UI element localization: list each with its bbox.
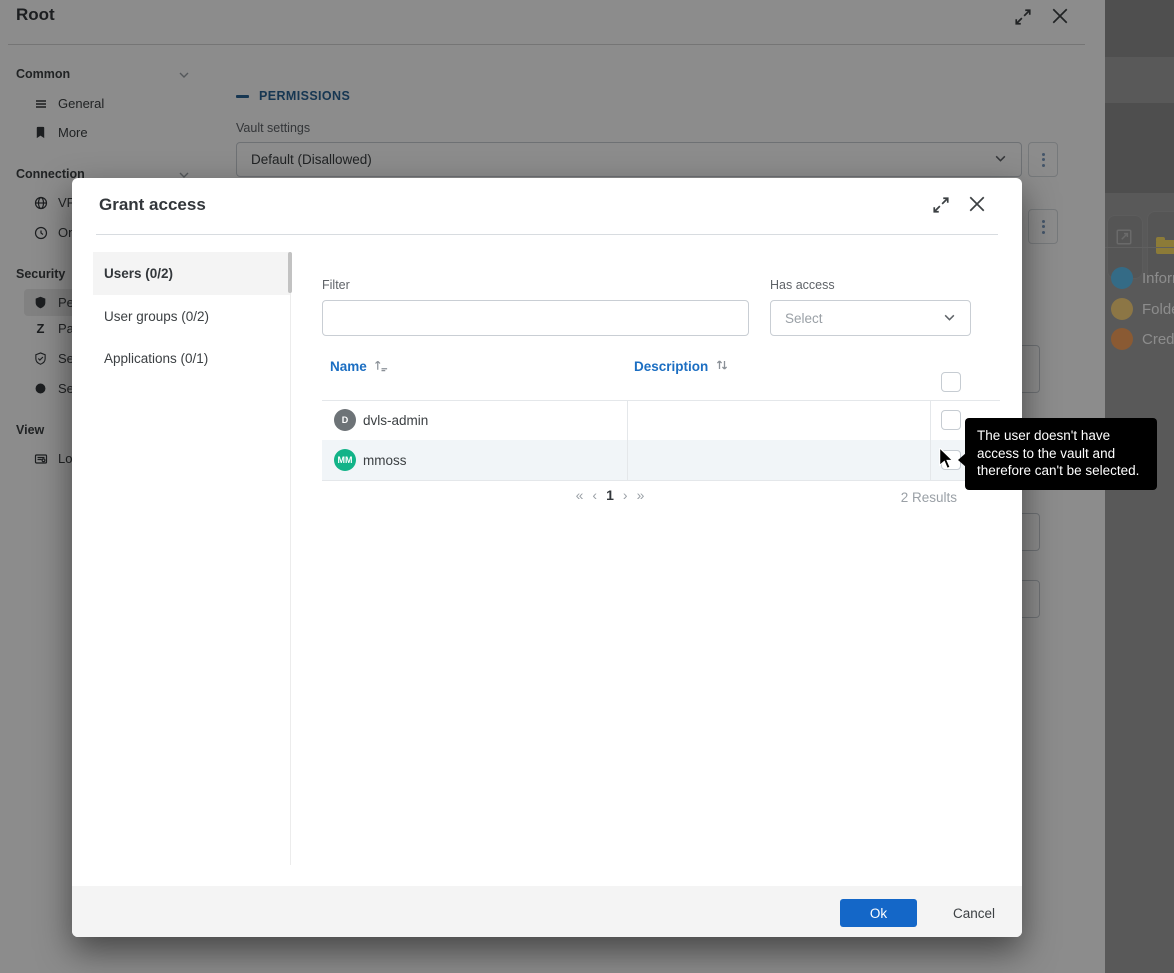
modal-title: Grant access <box>99 195 206 215</box>
modal-footer: Ok Cancel <box>72 886 1022 937</box>
has-access-label: Has access <box>770 278 835 292</box>
current-page[interactable]: 1 <box>606 487 614 503</box>
sort-ascending-icon <box>374 358 389 375</box>
avatar: D <box>334 409 356 431</box>
user-name: mmoss <box>363 453 407 468</box>
filter-input[interactable] <box>322 300 749 336</box>
tab-panel-border <box>290 252 291 865</box>
table-row-dvls-admin[interactable]: D dvls-admin <box>322 400 1000 440</box>
column-header-description[interactable]: Description <box>634 358 729 375</box>
tab-applications[interactable]: Applications (0/1) <box>93 337 290 379</box>
select-all-checkbox[interactable] <box>941 372 961 392</box>
expand-icon[interactable] <box>932 196 950 214</box>
tab-users[interactable]: Users (0/2) <box>93 252 290 295</box>
grant-access-modal: Grant access Users (0/2) User groups (0/… <box>72 178 1022 937</box>
has-access-select[interactable]: Select <box>770 300 971 336</box>
scrollbar-thumb[interactable] <box>288 252 292 293</box>
row-checkbox-dvls-admin[interactable] <box>941 410 961 430</box>
avatar: MM <box>334 449 356 471</box>
pagination: « ‹ 1 › » <box>550 487 670 503</box>
divider <box>96 234 998 235</box>
mouse-cursor <box>938 448 954 475</box>
results-count: 2 Results <box>877 490 957 505</box>
tooltip: The user doesn't have access to the vaul… <box>965 418 1157 490</box>
table-row-mmoss[interactable]: MM mmoss <box>322 440 1000 480</box>
first-page-button[interactable]: « <box>576 487 584 503</box>
ok-button[interactable]: Ok <box>840 899 917 927</box>
column-divider <box>627 400 628 480</box>
table-border <box>322 480 1000 481</box>
prev-page-button[interactable]: ‹ <box>592 487 597 503</box>
sort-both-icon <box>715 358 729 375</box>
screen: Information Folders Credentials Root Com… <box>0 0 1174 973</box>
filter-label: Filter <box>322 278 350 292</box>
user-name: dvls-admin <box>363 413 428 428</box>
close-icon[interactable] <box>968 195 986 213</box>
last-page-button[interactable]: » <box>637 487 645 503</box>
next-page-button[interactable]: › <box>623 487 628 503</box>
column-divider <box>930 400 931 480</box>
tab-user-groups[interactable]: User groups (0/2) <box>93 295 290 337</box>
column-header-name[interactable]: Name <box>330 358 389 375</box>
chevron-down-icon <box>943 311 956 326</box>
cancel-button[interactable]: Cancel <box>934 899 1014 927</box>
